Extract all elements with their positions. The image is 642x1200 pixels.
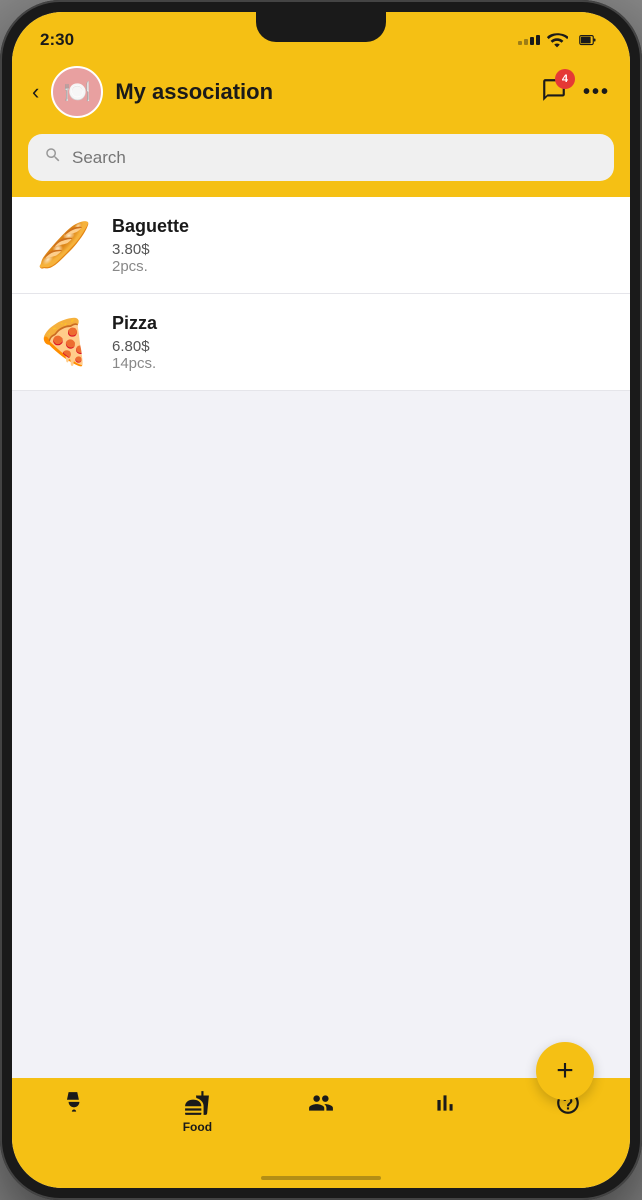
food-name: Pizza [112,313,610,334]
food-info-baguette: Baguette 3.80$ 2pcs. [112,216,610,275]
phone-frame: 2:30 ‹ 🍽️ My association [0,0,642,1200]
list-item[interactable]: 🥖 Baguette 3.80$ 2pcs. [12,197,630,294]
status-icons [518,29,602,51]
chat-badge: 4 [555,69,575,89]
search-input[interactable] [72,148,598,168]
list-item[interactable]: 🍕 Pizza 6.80$ 14pcs. [12,294,630,391]
nav-label-food: Food [183,1120,212,1134]
add-fab-button[interactable]: + [536,1042,594,1100]
battery-icon [574,31,602,49]
more-button[interactable]: ••• [583,81,610,104]
phone-screen: 2:30 ‹ 🍽️ My association [12,12,630,1188]
food-qty: 14pcs. [112,355,610,372]
notch [256,12,386,42]
stats-icon [432,1090,458,1116]
search-icon [44,146,62,169]
content-area: 🥖 Baguette 3.80$ 2pcs. 🍕 Pizza 6.80$ 14p… [12,197,630,1078]
drinks-icon [61,1090,87,1116]
food-price: 3.80$ [112,241,610,258]
members-icon [308,1090,334,1116]
search-container [12,134,630,197]
food-qty: 2pcs. [112,258,610,275]
avatar: 🍽️ [51,66,103,118]
food-list: 🥖 Baguette 3.80$ 2pcs. 🍕 Pizza 6.80$ 14p… [12,197,630,391]
food-image-baguette: 🥖 [32,213,96,277]
food-icon [184,1090,210,1116]
nav-item-stats[interactable] [383,1088,507,1120]
food-price: 6.80$ [112,338,610,355]
food-info-pizza: Pizza 6.80$ 14pcs. [112,313,610,372]
search-bar [28,134,614,181]
nav-item-members[interactable] [259,1088,383,1120]
home-indicator-bar [261,1176,381,1180]
status-time: 2:30 [40,30,74,50]
food-name: Baguette [112,216,610,237]
home-indicator [12,1168,630,1188]
signal-icon [518,35,540,45]
back-button[interactable]: ‹ [32,79,39,105]
chat-button[interactable]: 4 [541,77,567,108]
nav-item-food[interactable]: Food [136,1088,260,1134]
food-image-pizza: 🍕 [32,310,96,374]
wifi-icon [546,29,568,51]
bottom-nav: Food [12,1078,630,1168]
header-actions: 4 ••• [541,77,610,108]
header-title: My association [115,79,529,105]
header: ‹ 🍽️ My association 4 ••• [12,56,630,134]
nav-item-drinks[interactable] [12,1088,136,1120]
